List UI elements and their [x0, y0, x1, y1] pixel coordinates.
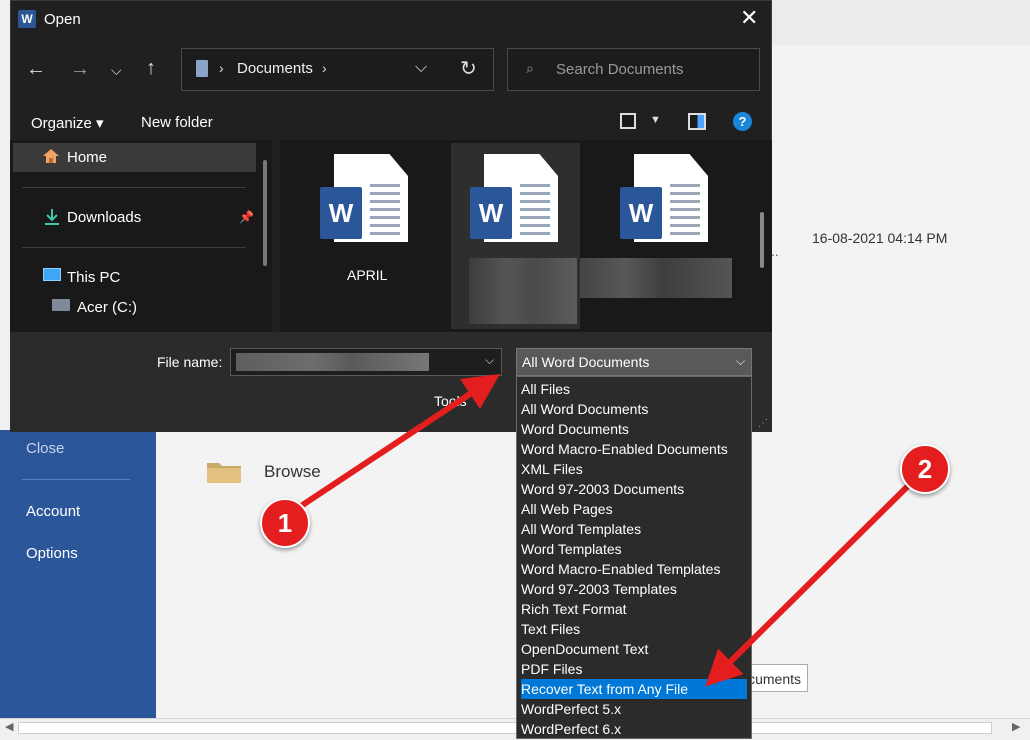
blurred-file-name-value [236, 353, 429, 371]
file-type-option[interactable]: All Word Templates [521, 519, 747, 539]
view-options-icon[interactable] [620, 113, 636, 129]
view-dropdown-icon[interactable]: ▼ [650, 114, 661, 126]
file-item-2[interactable]: W [470, 154, 558, 242]
file-name-label: File name: [157, 354, 223, 370]
nav-scrollbar[interactable] [263, 160, 267, 266]
backstage-sidebar: Close Account Options [0, 430, 156, 720]
file-type-option[interactable]: PDF Files [521, 659, 747, 679]
word-badge-icon: W [620, 187, 662, 239]
file-type-dropdown-icon[interactable]: ⌵ [736, 354, 745, 369]
file-list-scrollbar[interactable] [760, 212, 764, 268]
back-icon[interactable]: ← [26, 58, 46, 81]
pin-icon[interactable]: 📌 [239, 210, 254, 224]
help-icon[interactable]: ? [733, 112, 752, 131]
drive-icon [52, 299, 70, 311]
backstage-topbar [770, 0, 1030, 46]
file-type-selected-value[interactable]: All Word Documents [522, 354, 649, 370]
nav-this-pc-label[interactable]: This PC [67, 269, 120, 286]
file-type-option[interactable]: Text Files [521, 619, 747, 639]
file-item-3[interactable]: W [620, 154, 708, 242]
nav-home-label[interactable]: Home [67, 149, 107, 166]
scrollbar-track[interactable] [18, 722, 992, 734]
file-type-options-list: All Files All Word Documents Word Document… [516, 376, 752, 739]
word-badge-icon: W [470, 187, 512, 239]
nav-drive-label[interactable]: Acer (C:) [77, 299, 137, 316]
nav-divider [22, 247, 246, 248]
file-type-option[interactable]: Word 97-2003 Templates [521, 579, 747, 599]
up-icon[interactable]: ↑ [146, 57, 156, 80]
breadcrumb-documents[interactable]: Documents [237, 60, 313, 77]
file-type-option[interactable]: Word Macro-Enabled Documents [521, 439, 747, 459]
recent-file-date: 16-08-2021 04:14 PM [812, 230, 948, 246]
computer-icon [43, 268, 61, 281]
file-type-option[interactable]: WordPerfect 5.x [521, 699, 747, 719]
sidebar-item-close[interactable]: Close [26, 440, 64, 457]
refresh-icon[interactable]: ↻ [460, 56, 477, 81]
file-type-option[interactable]: Rich Text Format [521, 599, 747, 619]
breadcrumb-chevron-icon[interactable]: › [219, 60, 224, 76]
home-icon [43, 149, 59, 163]
word-app-icon: W [18, 10, 36, 28]
annotation-badge-1: 1 [260, 498, 310, 548]
scroll-right-icon[interactable]: ▶ [1012, 720, 1020, 733]
nav-divider [22, 187, 246, 188]
sidebar-item-options[interactable]: Options [26, 545, 78, 562]
forward-icon[interactable]: → [70, 58, 90, 81]
browse-button[interactable]: Browse [264, 462, 321, 482]
file-name-dropdown-icon[interactable]: ⌵ [485, 353, 494, 368]
file-type-option[interactable]: WordPerfect 6.x [521, 719, 747, 738]
file-type-option[interactable]: Word 97-2003 Documents [521, 479, 747, 499]
recent-locations-icon[interactable]: ⌵ [111, 62, 122, 79]
document-lines [520, 184, 550, 236]
close-button[interactable]: ✕ [740, 7, 758, 29]
annotation-badge-2: 2 [900, 444, 950, 494]
file-item-april[interactable]: W [320, 154, 408, 242]
sidebar-divider [22, 479, 130, 480]
search-icon: ⌕ [526, 60, 534, 76]
blurred-file-name [469, 258, 577, 324]
address-dropdown-icon[interactable]: ⌵ [415, 59, 427, 77]
file-type-option[interactable]: Word Macro-Enabled Templates [521, 559, 747, 579]
file-type-option[interactable]: All Web Pages [521, 499, 747, 519]
document-lines [370, 184, 400, 236]
word-badge-icon: W [320, 187, 362, 239]
new-folder-button[interactable]: New folder [141, 114, 213, 131]
file-type-option[interactable]: Word Templates [521, 539, 747, 559]
folder-icon[interactable] [206, 460, 242, 484]
resize-grip-icon[interactable]: ⋰ [758, 418, 768, 429]
documents-icon [196, 60, 208, 77]
file-type-option[interactable]: All Word Documents [521, 399, 747, 419]
tools-button[interactable]: Tools [434, 393, 467, 409]
file-type-option[interactable]: OpenDocument Text [521, 639, 747, 659]
scroll-left-icon[interactable]: ◀ [5, 720, 13, 733]
file-type-option[interactable]: Recover Text from Any File [521, 679, 747, 699]
file-name-april[interactable]: APRIL [347, 267, 387, 283]
document-lines [670, 184, 700, 236]
file-type-option[interactable]: Word Documents [521, 419, 747, 439]
blurred-file-name [580, 258, 732, 298]
breadcrumb-chevron-icon[interactable]: › [322, 60, 327, 76]
file-type-option[interactable]: All Files [521, 379, 747, 399]
file-type-option[interactable]: XML Files [521, 459, 747, 479]
address-bar[interactable] [181, 48, 494, 91]
sidebar-item-account[interactable]: Account [26, 503, 80, 520]
dialog-title: Open [44, 11, 81, 28]
download-icon [45, 209, 59, 225]
nav-downloads-label[interactable]: Downloads [67, 209, 141, 226]
search-input[interactable] [556, 56, 746, 82]
preview-pane-icon[interactable] [688, 113, 706, 130]
organize-button[interactable]: Organize ▾ [31, 114, 104, 132]
